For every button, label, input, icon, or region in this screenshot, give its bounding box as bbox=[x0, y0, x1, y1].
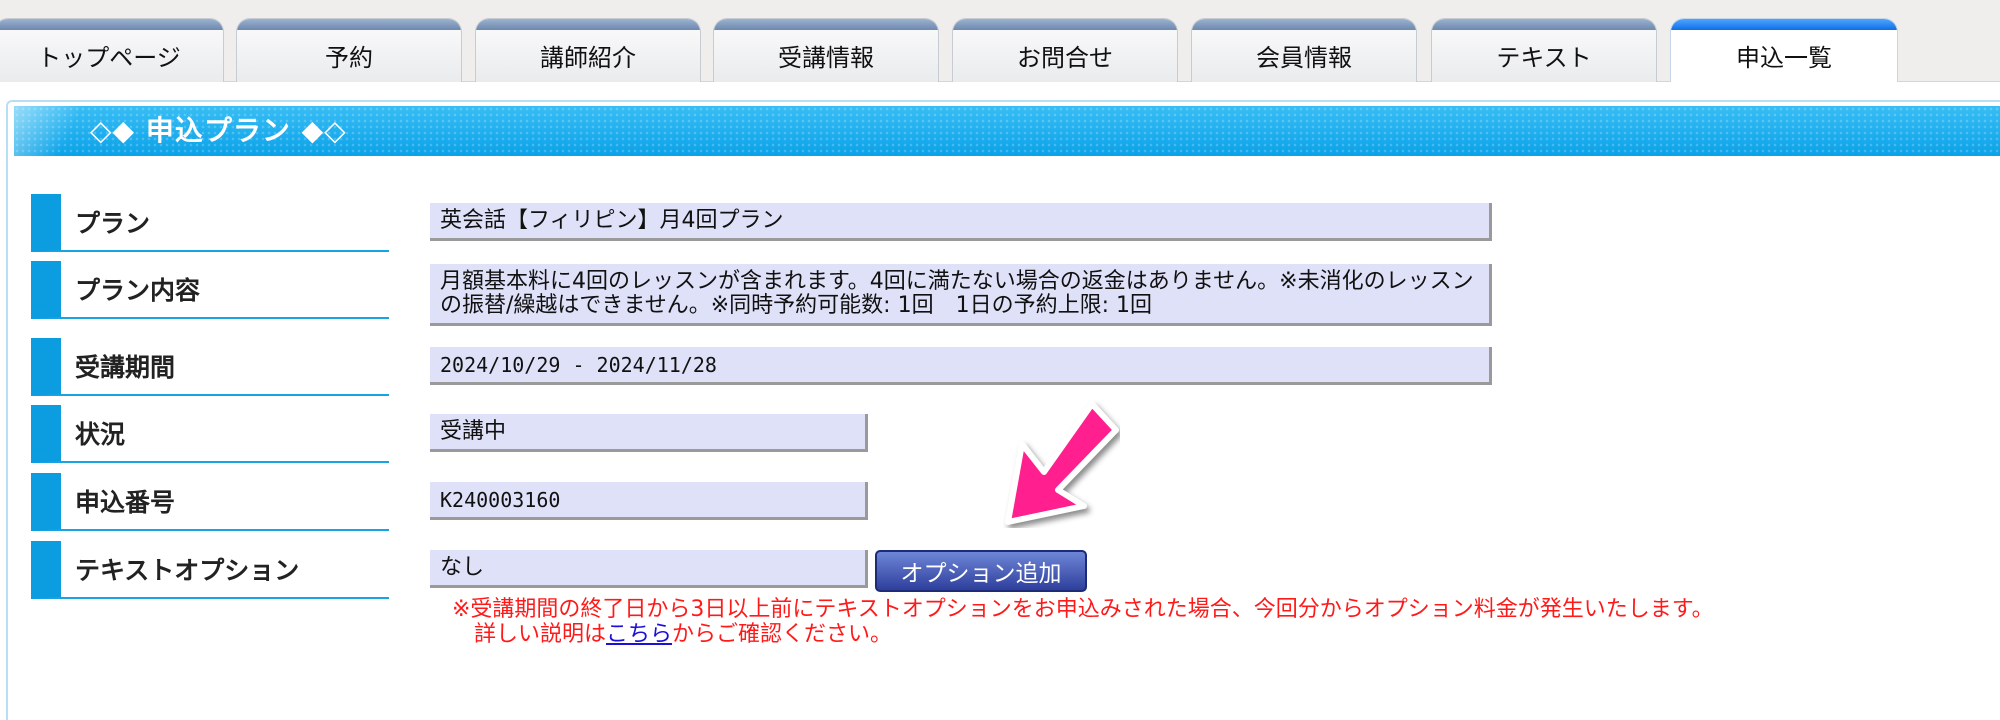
label-text-option: テキストオプション bbox=[31, 541, 389, 599]
tab-label: 申込一覧 bbox=[1736, 44, 1832, 72]
tab-bar: トップページ 予約 講師紹介 受講情報 お問合せ 会員情報 テキスト 申込一覧 bbox=[0, 0, 2000, 82]
tab-label: 会員情報 bbox=[1256, 44, 1352, 72]
notice-suffix: からご確認ください。 bbox=[672, 622, 893, 647]
value-application-number: K240003160 bbox=[430, 482, 868, 520]
label-status: 状況 bbox=[31, 405, 389, 463]
tab-instructors[interactable]: 講師紹介 bbox=[475, 18, 701, 82]
pink-arrow-icon bbox=[1005, 401, 1119, 525]
tab-label: お問合せ bbox=[1017, 44, 1113, 72]
tab-contact[interactable]: お問合せ bbox=[952, 18, 1178, 82]
add-option-button[interactable]: オプション追加 bbox=[875, 550, 1087, 592]
details-link[interactable]: こちら bbox=[606, 622, 672, 647]
notice-text: ※受講期間の終了日から3日以上前にテキストオプションをお申込みされた場合、今回分… bbox=[452, 597, 1714, 647]
notice-prefix: 詳しい説明は bbox=[474, 622, 607, 647]
tab-label: トップページ bbox=[37, 44, 181, 72]
tab-label: 受講情報 bbox=[778, 44, 874, 72]
value-status: 受講中 bbox=[430, 414, 868, 452]
tab-member-info[interactable]: 会員情報 bbox=[1191, 18, 1417, 82]
tab-label: 予約 bbox=[325, 44, 373, 72]
section-title: ◇◆ 申込プラン ◆◇ bbox=[90, 114, 347, 147]
label-period: 受講期間 bbox=[31, 338, 389, 396]
value-plan-content: 月額基本料に4回のレッスンが含まれます。4回に満たない場合の返金はありません。※… bbox=[430, 264, 1492, 326]
section-header: ◇◆ 申込プラン ◆◇ bbox=[14, 106, 2000, 156]
notice-line-2: 詳しい説明はこちらからご確認ください。 bbox=[452, 622, 1714, 647]
label-application-number: 申込番号 bbox=[31, 473, 389, 531]
notice-line-1: ※受講期間の終了日から3日以上前にテキストオプションをお申込みされた場合、今回分… bbox=[452, 597, 1714, 622]
value-plan: 英会話【フィリピン】月4回プラン bbox=[430, 203, 1492, 241]
tab-label: テキスト bbox=[1496, 44, 1592, 72]
header-shine bbox=[14, 106, 94, 156]
value-period: 2024/10/29 - 2024/11/28 bbox=[430, 347, 1492, 385]
tab-application-list[interactable]: 申込一覧 bbox=[1670, 18, 1898, 82]
tab-course-info[interactable]: 受講情報 bbox=[713, 18, 939, 82]
tab-top-page[interactable]: トップページ bbox=[0, 18, 224, 82]
tab-label: 講師紹介 bbox=[540, 44, 636, 72]
tab-reservation[interactable]: 予約 bbox=[236, 18, 462, 82]
tab-text[interactable]: テキスト bbox=[1431, 18, 1657, 82]
label-plan: プラン bbox=[31, 194, 389, 252]
value-text-option: なし bbox=[430, 550, 868, 588]
label-plan-content: プラン内容 bbox=[31, 261, 389, 319]
